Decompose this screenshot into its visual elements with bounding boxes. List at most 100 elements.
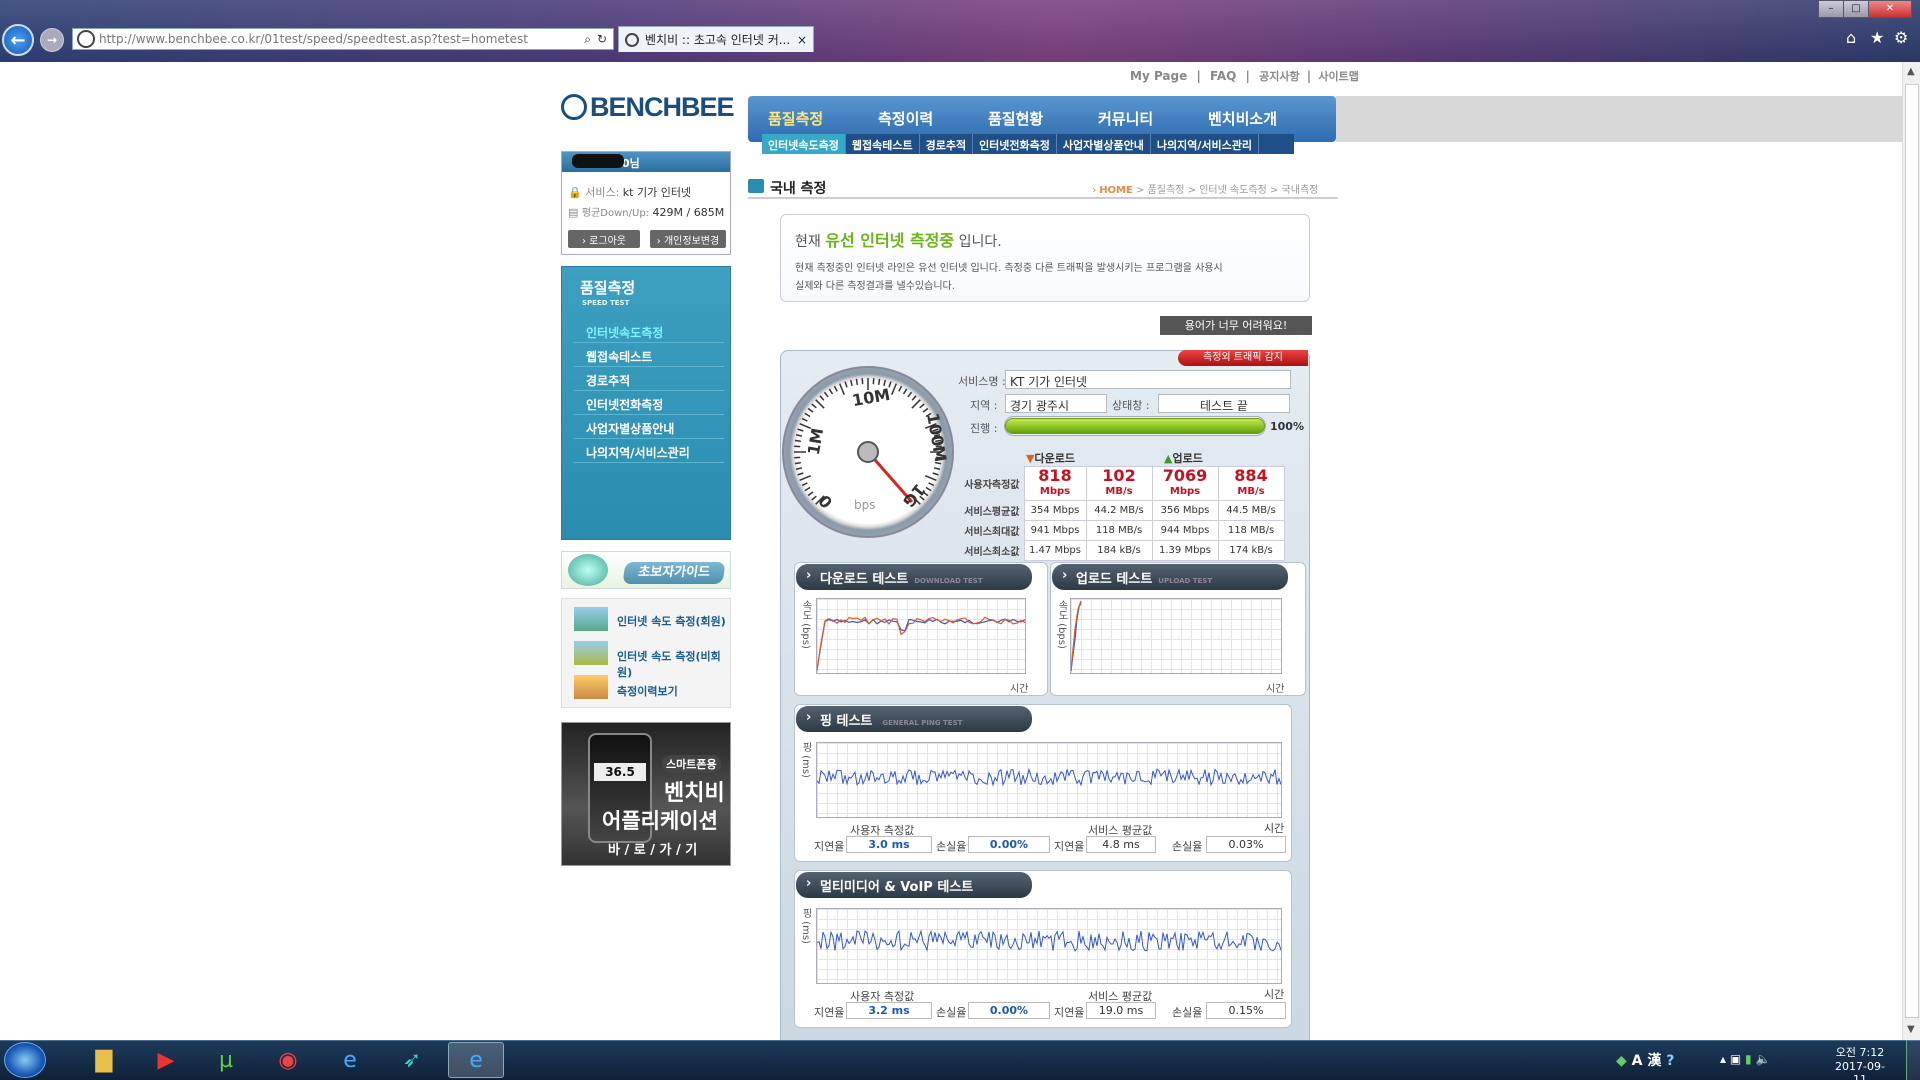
voip-ylabel: 핑 (ms) [800, 908, 811, 944]
ie-icon[interactable]: e [324, 1042, 376, 1078]
avg-value: 429M / 685M [652, 206, 725, 219]
ping-loss-label: 손실율 [936, 840, 967, 853]
sitemap-link[interactable]: 사이트맵 [1318, 70, 1358, 83]
submenu-web-test[interactable]: 웹접속테스트 [846, 134, 920, 154]
bc-arrow: › [1092, 185, 1096, 196]
scroll-down-icon[interactable]: ▼ [1907, 1024, 1915, 1035]
ie-active-icon[interactable]: e [448, 1042, 504, 1078]
home-icon[interactable]: ⌂ [1846, 28, 1856, 47]
bc-speed[interactable]: 인터넷 속도측정 [1199, 185, 1267, 196]
scroll-up-icon[interactable]: ▲ [1907, 66, 1915, 77]
favorites-star-icon[interactable]: ★ [1870, 28, 1884, 47]
start-button[interactable] [4, 1042, 46, 1078]
settings-gear-icon[interactable]: ⚙ [1894, 28, 1908, 47]
clock[interactable]: 오전 7:12 2017-09-11 [1830, 1044, 1890, 1080]
guide-item-member[interactable]: 인터넷 속도 측정(회원) [617, 613, 726, 629]
guide-item-history[interactable]: 측정이력보기 [617, 683, 678, 699]
submenu-voip[interactable]: 인터넷전화측정 [973, 134, 1057, 154]
tray-icons[interactable]: ▴ ▣ ▮ 🔈 [1720, 1052, 1770, 1066]
volume-icon: 🔈 [1755, 1052, 1771, 1066]
maximize-button[interactable]: □ [1843, 0, 1869, 18]
left-item-products[interactable]: 사업자별상품안내 [574, 415, 724, 439]
tab-close-icon[interactable]: × [797, 33, 807, 47]
app-ad-banner[interactable]: 36.5 스마트폰용 벤치비 어플리케이션 바 / 로 / 가 / 기 [561, 722, 731, 866]
explorer-folder-icon[interactable]: ▇ [78, 1042, 130, 1078]
voip-graph-svg [817, 929, 1281, 952]
page-title: 국내 측정 [770, 181, 827, 197]
voip-graph [816, 908, 1282, 984]
ime-indicator[interactable]: ◆ A 漢 ? [1616, 1050, 1674, 1070]
address-bar[interactable]: http://www.benchbee.co.kr/01test/speed/s… [72, 28, 614, 50]
logout-button[interactable]: › 로그아웃 [568, 230, 640, 248]
submenu-speed-test[interactable]: 인터넷속도측정 [762, 134, 846, 154]
my-page-link[interactable]: My Page [1130, 69, 1187, 83]
ping-test-subtitle: GENERAL PING TEST [882, 719, 963, 727]
refresh-icon[interactable]: ↻ [597, 32, 607, 46]
ul-mbps-unit: Mbps [1169, 485, 1201, 497]
left-item-speed-test[interactable]: 인터넷속도측정 [574, 319, 724, 343]
help-icon: ? [1666, 1053, 1675, 1069]
upload-graph-svg [1071, 600, 1082, 672]
gauge-tick [811, 495, 817, 501]
notice-link[interactable]: 공지사항 [1259, 70, 1299, 83]
traffic-detect-button[interactable]: 측정외 트래픽 감지 [1178, 350, 1308, 366]
gauge-tick [935, 461, 942, 465]
menu-history[interactable]: 측정이력 [878, 108, 933, 129]
faq-link[interactable]: FAQ [1210, 69, 1236, 83]
ping-test-title: 핑 테스트 [820, 714, 873, 729]
gauge-tick [801, 482, 808, 487]
voip-test-title: 멀티미디어 & VoIP 테스트 [820, 880, 974, 895]
magnifier-icon [568, 554, 608, 586]
cell-value: 184 kB/s [1085, 540, 1153, 561]
submenu-products[interactable]: 사업자별상품안내 [1057, 134, 1151, 154]
status-label: 상태창 : [1112, 399, 1150, 412]
terms-help-button[interactable]: 용어가 너무 어려워요! [1160, 316, 1312, 335]
cell-value: 1.39 Mbps [1151, 540, 1219, 561]
guide-title: 초보자가이드 [622, 562, 726, 584]
close-window-button[interactable]: ✕ [1868, 0, 1912, 18]
page-scrollbar[interactable]: ▲ ▼ [1902, 62, 1920, 1040]
left-menu: 품질측정 SPEED TEST 인터넷속도측정 웹접속테스트 경로추적 인터넷전… [561, 266, 731, 540]
upload-header: ▲업로드 [1164, 450, 1203, 466]
progress-label: 진행 : [970, 422, 998, 435]
show-desktop-button[interactable] [1906, 1040, 1920, 1080]
scroll-thumb[interactable] [1905, 84, 1919, 1018]
gauge-tick [823, 391, 829, 398]
left-item-my-region[interactable]: 나의지역/서비스관리 [574, 439, 724, 463]
minimize-button[interactable]: – [1818, 0, 1844, 18]
search-icon[interactable]: ⌕ [584, 32, 591, 47]
site-logo[interactable]: BENCHBEE [590, 92, 735, 123]
bc-quality[interactable]: 품질측정 [1148, 185, 1185, 196]
forward-arrow-icon[interactable]: → [40, 28, 64, 52]
bc-home[interactable]: HOME [1099, 185, 1133, 196]
media-player-icon[interactable]: ▶ [140, 1042, 192, 1078]
ping-latency-label: 지연율 [1054, 840, 1085, 853]
menu-quality-test[interactable]: 품질측정 [768, 108, 823, 129]
ping-series [817, 767, 1281, 787]
back-arrow-icon[interactable]: ← [2, 24, 34, 56]
menu-community[interactable]: 커뮤니티 [1098, 108, 1153, 129]
profile-edit-button[interactable]: › 개인정보변경 [650, 230, 726, 248]
cell-value: 941 Mbps [1023, 520, 1087, 541]
guide-item-guest[interactable]: 인터넷 속도 측정(비회원) [617, 648, 730, 680]
download-graph [816, 598, 1026, 674]
upload-test-header: › 업로드 테스트 UPLOAD TEST [1052, 564, 1288, 590]
utorrent-icon[interactable]: µ [200, 1042, 252, 1078]
beginner-guide-banner[interactable]: 초보자가이드 [561, 551, 731, 589]
browser-tab[interactable]: 벤치비 :: 초고속 인터넷 커... × [618, 26, 814, 52]
download-header-label: 다운로드 [1034, 452, 1075, 465]
left-item-traceroute[interactable]: 경로추적 [574, 367, 724, 391]
gauge-tick [811, 403, 817, 409]
app-bird-icon[interactable]: ➶ [386, 1042, 438, 1078]
chrome-icon[interactable]: ◉ [262, 1042, 314, 1078]
submenu-traceroute[interactable]: 경로추적 [920, 134, 974, 154]
left-item-web-test[interactable]: 웹접속테스트 [574, 343, 724, 367]
menu-about[interactable]: 벤치비소개 [1208, 108, 1277, 129]
gauge-tick [797, 472, 804, 476]
submenu-my-region[interactable]: 나의지역/서비스관리 [1151, 134, 1259, 154]
left-item-voip[interactable]: 인터넷전화측정 [574, 391, 724, 415]
section-icon [748, 179, 764, 193]
ad-line2: 벤치비 [664, 781, 725, 806]
download-test-subtitle: DOWNLOAD TEST [914, 577, 983, 585]
menu-status[interactable]: 품질현황 [988, 108, 1043, 129]
